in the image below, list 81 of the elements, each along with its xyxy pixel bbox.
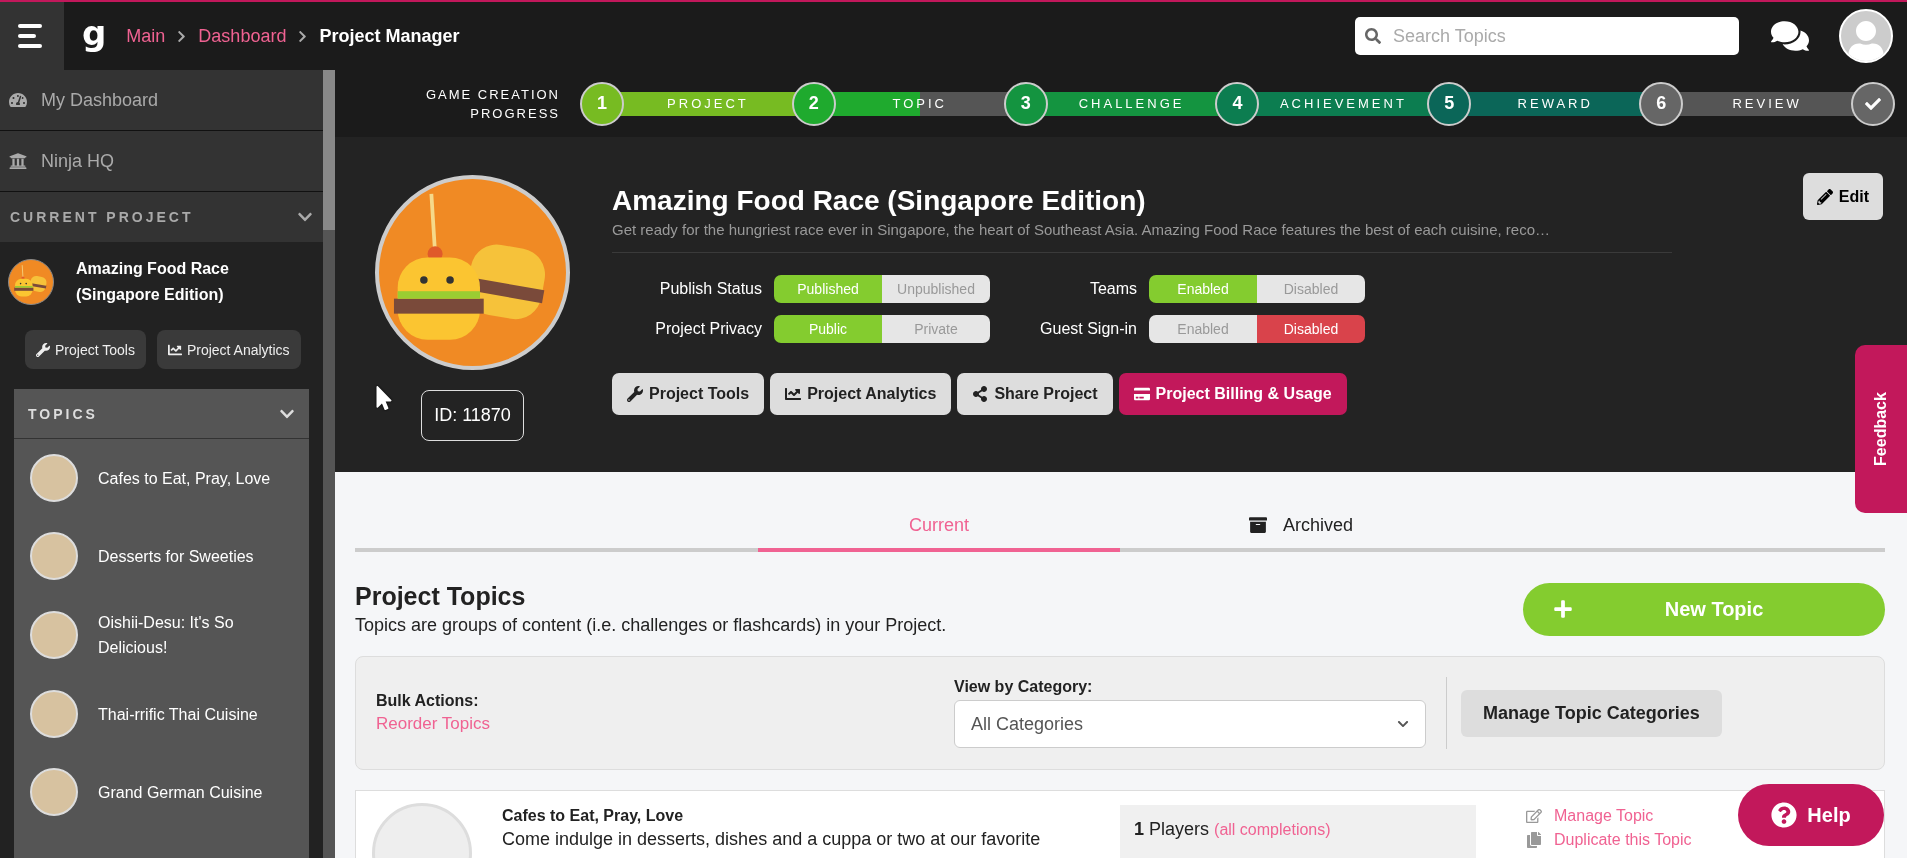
- help-icon: [1771, 802, 1798, 828]
- project-description: Get ready for the hungriest race ever in Singapore, the heart of Southeast Asia. Amazing Food Race features the best of each cuisine, reco…: [612, 221, 1672, 253]
- step-number[interactable]: 5: [1427, 81, 1472, 126]
- category-label: View by Category:: [954, 678, 1094, 696]
- section-heading: CURRENT PROJECT: [10, 209, 194, 225]
- toggle-label: Teams: [1088, 280, 1137, 298]
- action-button[interactable]: Share Project: [957, 373, 1113, 415]
- tab[interactable]: Archived: [1120, 502, 1482, 552]
- search-icon: [1365, 28, 1381, 44]
- topic-description: Come indulge in desserts, dishes and a cuppa or two at our favorite: [502, 829, 1042, 850]
- breadcrumb-link[interactable]: Main: [126, 25, 166, 47]
- topic-item[interactable]: Desserts for Sweeties: [14, 517, 309, 595]
- chevron-icon: [1397, 718, 1409, 730]
- building-icon: [9, 152, 27, 170]
- sidebar-button[interactable]: Project Tools: [25, 330, 146, 369]
- wrench-icon: [36, 342, 50, 357]
- card-icon: [1133, 386, 1150, 402]
- edit-button[interactable]: Edit: [1802, 173, 1883, 220]
- project-title: Amazing Food Race (Singapore Edition): [612, 185, 1147, 217]
- wrench-icon: [627, 386, 643, 402]
- breadcrumb-link[interactable]: Dashboard: [198, 25, 287, 47]
- manage-categories-button[interactable]: Manage Topic Categories: [1461, 689, 1722, 737]
- pencil-icon: [1816, 188, 1833, 205]
- topic-item[interactable]: Oishii-Desu: It's So Delicious!: [14, 595, 309, 675]
- step-track: REVIEW: [1679, 91, 1855, 116]
- tab[interactable]: Current: [758, 502, 1120, 552]
- step-track: TOPIC: [831, 91, 1008, 116]
- plus-icon: [1553, 599, 1573, 619]
- toggle-label: Project Privacy: [654, 320, 762, 338]
- archive-icon: [1249, 516, 1267, 534]
- bulk-actions-label: Bulk Actions:: [376, 692, 480, 710]
- share-icon: [972, 386, 989, 402]
- category-select[interactable]: All Categories: [954, 700, 1426, 748]
- photo-placeholder: [30, 690, 78, 738]
- feedback-tab[interactable]: Feedback: [1855, 345, 1907, 513]
- project-name: Amazing Food Race (Singapore Edition): [76, 259, 230, 305]
- toggle-label: Publish Status: [658, 280, 762, 298]
- section-heading: TOPICS: [28, 405, 98, 422]
- topic-title: Cafes to Eat, Pray, Love: [502, 807, 685, 825]
- photo-placeholder: [30, 611, 78, 659]
- topic-item[interactable]: Grand German Cuisine: [14, 753, 309, 831]
- chart-icon: [785, 386, 802, 402]
- user-avatar[interactable]: [1839, 9, 1893, 63]
- search-field[interactable]: Search Topics: [1355, 17, 1739, 55]
- section-subtitle: Topics are groups of content (i.e. challenges or flashcards) in your Project.: [355, 615, 947, 636]
- step-number[interactable]: 4: [1215, 81, 1260, 126]
- step-track: CHALLENGE: [1043, 91, 1220, 116]
- copy-icon: [1526, 832, 1542, 848]
- menu-button[interactable]: [0, 2, 64, 70]
- toggle-label: Guest Sign-in: [1039, 320, 1137, 338]
- nav-item[interactable]: Ninja HQ: [0, 131, 323, 192]
- step-number[interactable]: 3: [1003, 81, 1048, 126]
- toggle-option[interactable]: Disabled: [1257, 315, 1365, 343]
- breadcrumb-link[interactable]: Project Manager: [319, 25, 460, 47]
- progress-label: GAME CREATION PROGRESS: [424, 85, 560, 123]
- section-title: Project Topics: [355, 582, 527, 611]
- dashboard-icon: [9, 91, 27, 109]
- action-button[interactable]: Project Billing & Usage: [1118, 373, 1347, 415]
- nav-item[interactable]: My Dashboard: [0, 70, 323, 131]
- logo[interactable]: g: [82, 13, 107, 53]
- topic-item[interactable]: Cafes to Eat, Pray, Love: [14, 439, 309, 517]
- photo-placeholder: [30, 532, 78, 580]
- help-button[interactable]: Help: [1738, 784, 1884, 846]
- photo-placeholder: [30, 768, 78, 816]
- action-button[interactable]: Project Tools: [612, 373, 765, 415]
- step-track: REWARD: [1467, 91, 1644, 116]
- sidebar-button[interactable]: Project Analytics: [156, 330, 301, 369]
- step-number[interactable]: 6: [1639, 81, 1684, 126]
- scrollbar-thumb[interactable]: [323, 70, 335, 230]
- topic-link[interactable]: Manage Topic: [1526, 807, 1692, 825]
- project-id: ID: 11870: [421, 390, 524, 441]
- topic-link[interactable]: Duplicate this Topic: [1526, 831, 1692, 849]
- step-number[interactable]: 2: [791, 81, 836, 126]
- step-track: ACHIEVEMENT: [1255, 91, 1432, 116]
- chart-icon: [167, 342, 182, 357]
- topic-item[interactable]: Thai-rrific Thai Cuisine: [14, 675, 309, 753]
- edit-icon: [1526, 808, 1542, 824]
- action-button[interactable]: Project Analytics: [770, 373, 952, 415]
- step-track: PROJECT: [620, 91, 796, 116]
- players-stat: 1 Players (all completions): [1120, 805, 1476, 858]
- photo-placeholder: [30, 454, 78, 502]
